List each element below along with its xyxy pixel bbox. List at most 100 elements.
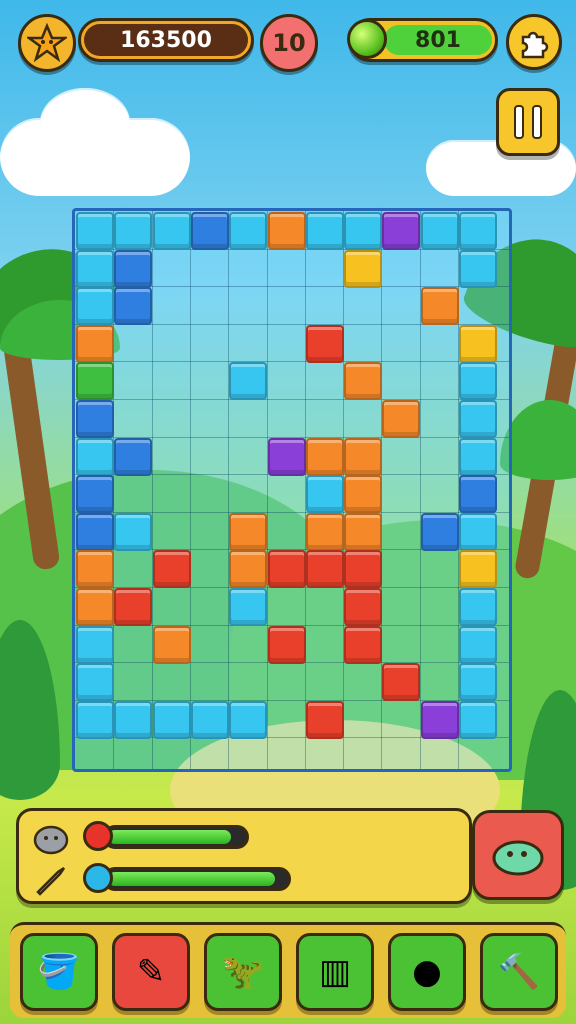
board-tile[interactable] <box>76 362 114 401</box>
board-tile[interactable] <box>420 212 459 250</box>
board-tile[interactable] <box>344 212 383 250</box>
board-tile[interactable] <box>344 475 383 514</box>
board-tile[interactable] <box>459 475 497 514</box>
profile-button[interactable] <box>18 14 76 72</box>
pencil-booster-button[interactable]: ✎ <box>112 933 190 1011</box>
board-tile[interactable] <box>344 437 383 476</box>
moves-counter: 10 <box>260 14 318 72</box>
board-tile[interactable] <box>190 212 229 250</box>
cage-booster-button[interactable]: ▥ <box>296 933 374 1011</box>
board-tile[interactable] <box>76 437 114 476</box>
board-tile[interactable] <box>344 625 383 664</box>
board-tile[interactable] <box>344 512 383 551</box>
board-tile[interactable] <box>420 512 459 551</box>
grid-line <box>189 211 191 769</box>
board-tile[interactable] <box>76 588 114 626</box>
board-tile[interactable] <box>344 362 383 401</box>
board-tile[interactable] <box>420 287 459 326</box>
red-knob-icon <box>83 821 113 851</box>
board-tile[interactable] <box>305 550 344 589</box>
bucket-booster-button[interactable]: 🪣 <box>20 933 98 1011</box>
bottom-progress-bar <box>103 867 291 891</box>
board-tile[interactable] <box>420 700 459 739</box>
board-tile[interactable] <box>267 437 306 476</box>
board-tile[interactable] <box>76 287 114 326</box>
board-tile[interactable] <box>459 249 497 288</box>
board-tile[interactable] <box>229 700 268 739</box>
board-tile[interactable] <box>305 512 344 551</box>
pause-icon <box>532 105 542 139</box>
board-tile[interactable] <box>459 437 497 476</box>
cookie-booster-button[interactable]: ● <box>388 933 466 1011</box>
board-tile[interactable] <box>152 700 191 739</box>
creature-power-button[interactable] <box>472 810 564 900</box>
board-tile[interactable] <box>305 700 344 739</box>
blue-knob-icon <box>83 863 113 893</box>
board-tile[interactable] <box>229 212 268 250</box>
dino-icon: 🦖 <box>221 952 265 992</box>
board-tile[interactable] <box>459 400 497 438</box>
rock-golem-icon <box>31 821 71 857</box>
cage-icon: ▥ <box>318 952 352 992</box>
gem-count: 801 <box>384 25 492 55</box>
board-tile[interactable] <box>114 249 153 288</box>
board-tile[interactable] <box>344 588 383 626</box>
board-tile[interactable] <box>459 625 497 664</box>
pause-button[interactable] <box>496 88 560 156</box>
board-tile[interactable] <box>459 588 497 626</box>
board-tile[interactable] <box>76 512 114 551</box>
grid-line <box>75 361 509 363</box>
board-tile[interactable] <box>76 663 114 702</box>
board-tile[interactable] <box>382 400 421 438</box>
board-tile[interactable] <box>152 212 191 250</box>
board-tile[interactable] <box>114 512 153 551</box>
board-tile[interactable] <box>76 475 114 514</box>
board-tile[interactable] <box>459 324 497 363</box>
board-tile[interactable] <box>305 475 344 514</box>
hammer-booster-button[interactable]: 🔨 <box>480 933 558 1011</box>
grid-line <box>266 211 268 769</box>
board-tile[interactable] <box>229 588 268 626</box>
board-tile[interactable] <box>76 212 114 250</box>
board-tile[interactable] <box>114 700 153 739</box>
board-tile[interactable] <box>344 249 383 288</box>
board-tile[interactable] <box>76 550 114 589</box>
board-tile[interactable] <box>459 700 497 739</box>
board-tile[interactable] <box>152 550 191 589</box>
board-tile[interactable] <box>229 512 268 551</box>
board-tile[interactable] <box>76 324 114 363</box>
board-tile[interactable] <box>76 249 114 288</box>
board-tile[interactable] <box>267 550 306 589</box>
status-panel <box>16 808 472 904</box>
board-tile[interactable] <box>229 550 268 589</box>
board-tile[interactable] <box>382 212 421 250</box>
board-tile[interactable] <box>305 437 344 476</box>
board-tile[interactable] <box>459 512 497 551</box>
board-tile[interactable] <box>267 212 306 250</box>
board-tile[interactable] <box>382 663 421 702</box>
board-tile[interactable] <box>344 550 383 589</box>
board-tile[interactable] <box>76 625 114 664</box>
board-tile[interactable] <box>305 324 344 363</box>
board-tile[interactable] <box>459 362 497 401</box>
board-tile[interactable] <box>114 287 153 326</box>
dino-booster-button[interactable]: 🦖 <box>204 933 282 1011</box>
board-tile[interactable] <box>76 700 114 739</box>
board-tile[interactable] <box>459 663 497 702</box>
board-tile[interactable] <box>114 212 153 250</box>
board-tile[interactable] <box>229 362 268 401</box>
board-tile[interactable] <box>459 550 497 589</box>
hammer-icon: 🔨 <box>497 952 541 992</box>
pause-icon <box>514 105 524 139</box>
game-board[interactable] <box>72 208 512 772</box>
board-tile[interactable] <box>152 625 191 664</box>
board-tile[interactable] <box>459 212 497 250</box>
board-tile[interactable] <box>305 212 344 250</box>
board-tile[interactable] <box>267 625 306 664</box>
board-tile[interactable] <box>114 437 153 476</box>
board-tile[interactable] <box>76 400 114 438</box>
grid-line <box>75 399 509 400</box>
map-button[interactable] <box>506 14 562 70</box>
board-tile[interactable] <box>190 700 229 739</box>
board-tile[interactable] <box>114 588 153 626</box>
